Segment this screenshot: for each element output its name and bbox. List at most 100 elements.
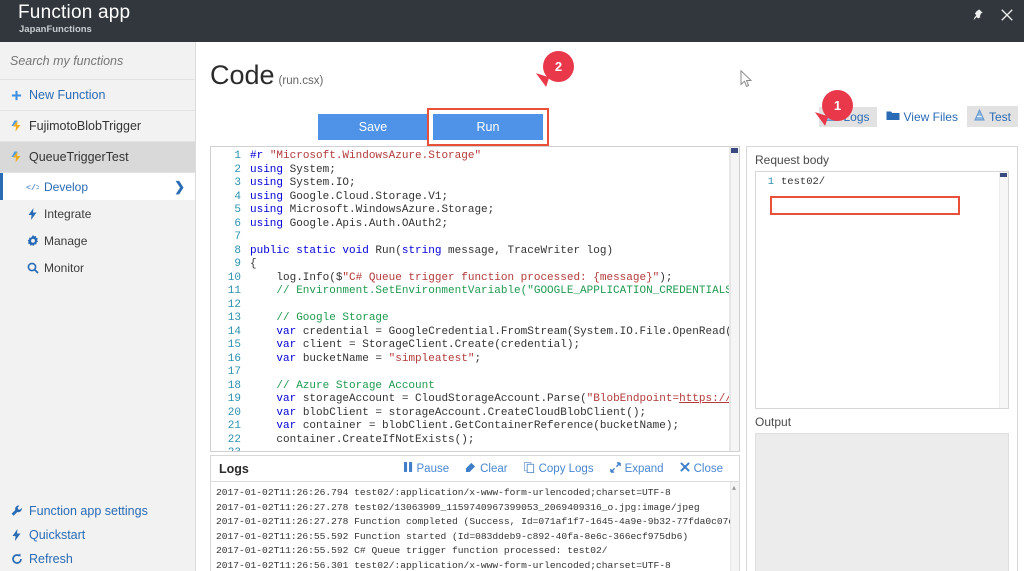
new-function-label: New Function: [29, 88, 106, 102]
view-files-button[interactable]: View Files: [879, 107, 965, 127]
code-line: 17: [227, 366, 241, 378]
code-line: 2 using System;: [234, 163, 336, 176]
request-body-scroll-thumb[interactable]: [1000, 173, 1007, 177]
sidebar-item-manage[interactable]: Manage: [0, 227, 195, 254]
sidebar-item-refresh[interactable]: Refresh: [0, 547, 196, 571]
code-line: 13 // Google Storage: [227, 312, 389, 324]
logs-pause-button[interactable]: Pause: [403, 462, 449, 475]
logs-clear-label: Clear: [480, 462, 508, 475]
logs-panel: Logs Pause Clear Copy Logs Expand Close …: [210, 455, 740, 571]
output-value: [756, 434, 1008, 437]
pause-icon: [403, 462, 413, 475]
close-icon: [679, 462, 690, 475]
function-app-window: Function app JapanFunctions New Function: [0, 0, 1024, 571]
code-editor-lines: 1 #r "Microsoft.WindowsAzure.Storage" 2 usi…: [211, 150, 740, 451]
sidebar-subitem-label: Monitor: [44, 260, 85, 275]
log-line: 2017-01-02T11:26:55.592 Function started…: [216, 530, 689, 542]
log-line: 2017-01-02T11:26:55.592 C# Queue trigger…: [216, 545, 608, 557]
code-line: 21 var container = blobClient.GetContain…: [227, 420, 680, 432]
request-body-code: 1 test02/: [756, 172, 1008, 189]
svg-text:</>: </>: [26, 182, 39, 191]
logs-close-label: Close: [693, 462, 723, 475]
expand-icon: [609, 461, 621, 476]
code-icon: </>: [26, 182, 39, 191]
save-button[interactable]: Save: [318, 114, 428, 140]
sidebar-item-fujimotoblobtrigger[interactable]: FujimotoBlobTrigger: [0, 111, 195, 142]
code-line: 9{: [234, 258, 257, 270]
app-title: Function app: [18, 2, 131, 23]
titlebar: Function app JapanFunctions: [0, 0, 1024, 42]
plus-icon: [10, 90, 23, 101]
main-pane: Code (run.csx) Save Run Logs View Files: [197, 42, 1024, 571]
sidebar-item-queuetriggertest[interactable]: QueueTriggerTest: [0, 142, 195, 173]
request-body-scrollbar[interactable]: [999, 172, 1008, 408]
pin-icon[interactable]: [968, 6, 986, 24]
logs-copy-button[interactable]: Copy Logs: [523, 461, 594, 476]
refresh-icon: [10, 553, 23, 565]
logs-vertical-scrollbar[interactable]: ▴ ▾: [730, 482, 739, 571]
request-body-editor[interactable]: 1 test02/: [755, 171, 1009, 409]
titlebar-actions: [968, 6, 1016, 24]
search-icon: [26, 262, 39, 274]
code-line: 11 // Environment.SetEnvironmentVariable…: [227, 285, 740, 297]
sidebar-function-label: FujimotoBlobTrigger: [29, 119, 142, 133]
view-files-label: View Files: [903, 109, 958, 124]
search-input[interactable]: [10, 53, 180, 68]
bolt-icon: [26, 207, 39, 220]
log-line: 2017-01-02T11:26:27.278 test02/13063909_…: [216, 501, 700, 513]
sidebar: New Function FujimotoBlobTrigger QueueTr…: [0, 42, 196, 571]
code-line: 16 var bucketName = "simpleatest";: [227, 352, 482, 365]
copy-icon: [523, 461, 535, 476]
code-line: 5 using Microsoft.WindowsAzure.Storage;: [234, 204, 495, 216]
sidebar-item-function-app-settings[interactable]: Function app settings: [0, 499, 196, 523]
run-button[interactable]: Run: [433, 114, 543, 140]
logs-expand-button[interactable]: Expand: [609, 461, 664, 476]
code-line: 20 var blobClient = storageAccount.Creat…: [227, 406, 647, 419]
sidebar-item-develop[interactable]: </> Develop ❯: [0, 173, 195, 200]
callout-badge-2: 2: [543, 51, 574, 82]
code-line: 6 using Google.Apis.Auth.OAuth2;: [234, 217, 449, 230]
editor-vertical-scrollbar[interactable]: [730, 147, 739, 451]
editor-scroll-thumb[interactable]: [731, 148, 738, 153]
log-line: 2017-01-02T11:26:27.278 Function complet…: [216, 516, 739, 528]
sidebar-item-quickstart[interactable]: Quickstart: [0, 523, 196, 547]
request-body-value: test02/: [781, 176, 826, 188]
logs-clear-button[interactable]: Clear: [465, 462, 508, 475]
request-body-line-number: 1: [767, 176, 774, 188]
clear-icon: [465, 462, 476, 475]
sidebar-item-monitor[interactable]: Monitor: [0, 254, 195, 281]
output-area[interactable]: [755, 433, 1009, 571]
code-line: 19 var storageAccount = CloudStorageAcco…: [227, 393, 739, 405]
request-body-label: Request body: [755, 153, 830, 167]
logs-expand-label: Expand: [624, 462, 664, 475]
code-line: 4 using Google.Cloud.Storage.V1;: [234, 190, 449, 203]
code-line: 10 log.Info($"C# Queue trigger function …: [227, 271, 673, 284]
code-line: 22 container.CreateIfNotExists();: [227, 433, 475, 446]
test-icon: [974, 108, 985, 124]
new-function-button[interactable]: New Function: [0, 80, 195, 111]
scroll-up-arrow[interactable]: ▴: [732, 483, 736, 492]
request-body-highlight: [770, 196, 960, 215]
close-icon[interactable]: [998, 6, 1016, 24]
logs-title: Logs: [219, 461, 249, 476]
app-subtitle: JapanFunctions: [19, 24, 92, 35]
callout-badge-1: 1: [822, 90, 853, 121]
logs-close-button[interactable]: Close: [679, 462, 723, 475]
code-filename: (run.csx): [278, 75, 324, 87]
code-editor[interactable]: 1 #r "Microsoft.WindowsAzure.Storage" 2 usi…: [210, 146, 740, 452]
test-pane: Request body 1test02/ Output Close: [746, 146, 1018, 571]
logs-output[interactable]: 2017-01-02T11:26:26.794 test02/:applicat…: [211, 482, 739, 571]
code-line: 15 var client = StorageClient.Create(cre…: [227, 339, 581, 351]
mouse-cursor: [740, 69, 753, 91]
wrench-icon: [10, 505, 23, 517]
test-toggle-button[interactable]: Test: [966, 106, 1018, 127]
function-icon: [10, 120, 23, 132]
sidebar-bottom-label: Quickstart: [29, 528, 86, 542]
sidebar-bottom-label: Function app settings: [29, 504, 148, 518]
code-line: 14 var credential = GoogleCredential.Fro…: [227, 325, 739, 338]
bolt-icon: [10, 529, 23, 541]
log-line: 2017-01-02T11:26:26.794 test02/:applicat…: [216, 487, 671, 498]
sidebar-bottom-label: Refresh: [29, 552, 73, 566]
sidebar-item-integrate[interactable]: Integrate: [0, 200, 195, 227]
folder-icon: [886, 110, 900, 124]
